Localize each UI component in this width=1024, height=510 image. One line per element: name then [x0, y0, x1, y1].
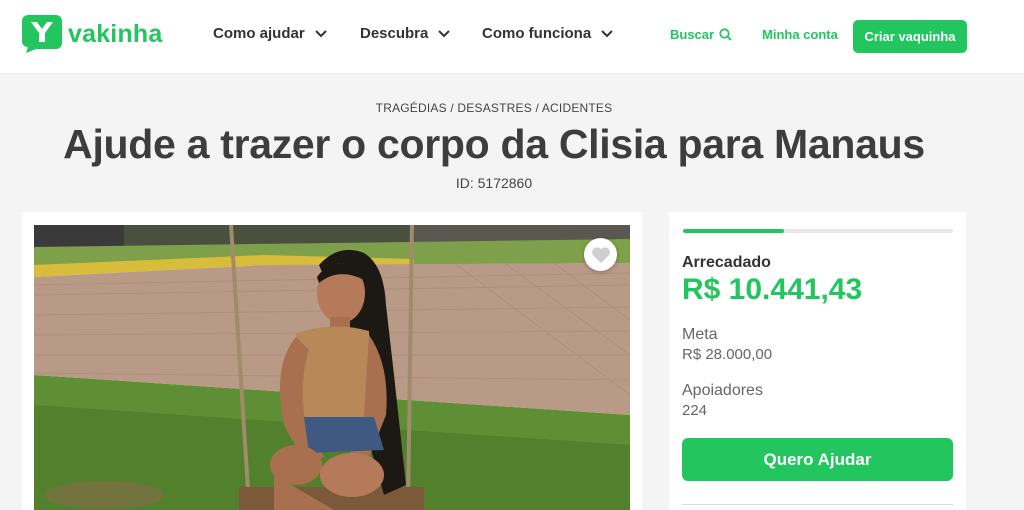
account-link[interactable]: Minha conta — [762, 27, 838, 42]
chevron-down-icon — [438, 29, 451, 37]
campaign-id: ID: 5172860 — [455, 175, 533, 191]
search-icon — [719, 28, 732, 41]
search-link[interactable]: Buscar — [670, 27, 732, 42]
raised-label: Arrecadado — [682, 254, 771, 271]
nav-como-ajudar[interactable]: Como ajudar — [213, 25, 327, 42]
supporters-label: Apoiadores — [682, 382, 763, 399]
nav-label: Descubra — [360, 25, 429, 42]
search-label: Buscar — [670, 27, 715, 42]
logo-text: vakinha — [68, 19, 163, 48]
create-campaign-button[interactable]: Criar vaquinha — [853, 20, 967, 53]
progress-bar — [683, 229, 953, 233]
chevron-down-icon — [601, 29, 613, 37]
divider — [682, 504, 953, 505]
progress-fill — [683, 229, 784, 233]
campaign-media-card — [22, 212, 642, 510]
photo-illustration — [34, 225, 630, 510]
logo-icon — [22, 15, 62, 53]
campaign-photo — [34, 225, 630, 510]
vakinha-logo[interactable]: vakinha — [22, 15, 163, 53]
category-breadcrumb[interactable]: TRAGÉDIAS / DESASTRES / ACIDENTES — [0, 101, 988, 115]
nav-descubra[interactable]: Descubra — [360, 25, 451, 42]
page-title: Ajude a trazer o corpo da Clisia para Ma… — [63, 121, 925, 167]
chevron-down-icon — [314, 29, 327, 37]
donation-stats-card: Arrecadado R$ 10.441,43 Meta R$ 28.000,0… — [669, 212, 966, 510]
favorite-button[interactable] — [584, 238, 617, 271]
top-header: vakinha Como ajudar Descubra Como funcio… — [0, 0, 1024, 74]
donate-button[interactable]: Quero Ajudar — [682, 438, 953, 481]
goal-value: R$ 28.000,00 — [682, 346, 773, 363]
supporters-value: 224 — [682, 402, 708, 419]
heart-icon — [591, 246, 610, 263]
nav-como-funciona[interactable]: Como funciona — [482, 25, 613, 42]
raised-value: R$ 10.441,43 — [682, 273, 863, 306]
nav-label: Como funciona — [482, 25, 592, 42]
goal-label: Meta — [682, 326, 718, 343]
nav-label: Como ajudar — [213, 25, 305, 42]
